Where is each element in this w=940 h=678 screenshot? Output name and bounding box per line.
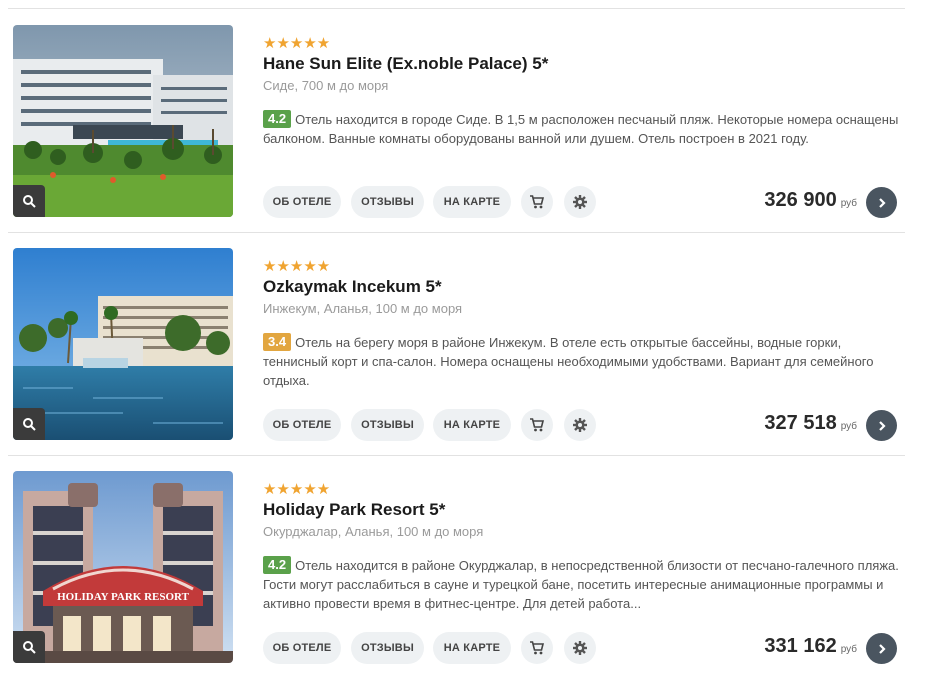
go-button[interactable]: [866, 633, 897, 664]
price-currency: руб: [840, 198, 857, 209]
price-currency: руб: [840, 644, 857, 655]
search-icon: [23, 195, 36, 208]
cart-button[interactable]: [521, 186, 553, 218]
star-rating: ★★★★★: [263, 481, 331, 498]
reviews-button[interactable]: ОТЗЫВЫ: [351, 186, 424, 218]
hotel-list: ★★★★★ Hane Sun Elite (Ex.noble Palace) 5…: [0, 0, 940, 678]
divider: [8, 455, 905, 456]
description-text: Отель на берегу моря в районе Инжекум. В…: [263, 335, 874, 388]
hotel-card: ★★★★★ Ozkaymak Incekum 5* Инжекум, Алань…: [0, 248, 940, 448]
stars-text: ★★★★★: [263, 258, 331, 275]
cart-button[interactable]: [521, 409, 553, 441]
description-text: Отель находится в районе Окурджалар, в н…: [263, 558, 899, 611]
about-hotel-button[interactable]: ОБ ОТЕЛЕ: [263, 632, 341, 664]
cart-icon: [530, 195, 545, 209]
price-amount: 327 518: [764, 412, 837, 434]
divider: [8, 8, 905, 9]
gear-icon: [573, 641, 587, 655]
about-hotel-button[interactable]: ОБ ОТЕЛЕ: [263, 186, 341, 218]
stars-text: ★★★★★: [263, 35, 331, 52]
zoom-button[interactable]: [13, 408, 45, 440]
zoom-button[interactable]: [13, 185, 45, 217]
price: 331 162 руб: [764, 635, 857, 658]
chevron-right-icon: [878, 197, 886, 208]
hotel-name[interactable]: Hane Sun Elite (Ex.noble Palace) 5*: [263, 54, 548, 74]
rating-badge: 4.2: [263, 556, 292, 574]
hotel-location: Инжекум, Аланья, 100 м до моря: [263, 301, 463, 316]
hotel-location: Окурджалар, Аланья, 100 м до моря: [263, 524, 484, 539]
price-currency: руб: [840, 421, 857, 432]
divider: [8, 232, 905, 233]
chevron-right-icon: [878, 643, 886, 654]
chevron-right-icon: [878, 420, 886, 431]
hotel-card: HOLIDAY PARK RESORT ★★★★★ Holiday Park R…: [0, 471, 940, 671]
gear-icon: [573, 418, 587, 432]
search-icon: [23, 641, 36, 654]
settings-button[interactable]: [564, 409, 596, 441]
sign-text: HOLIDAY PARK RESORT: [57, 591, 190, 603]
gear-icon: [573, 195, 587, 209]
hotel-description: 3.4 Отель на берегу моря в районе Инжекум…: [263, 333, 903, 390]
hotel-photo[interactable]: [13, 248, 233, 440]
cart-icon: [530, 418, 545, 432]
hotel-photo[interactable]: [13, 25, 233, 217]
map-button[interactable]: НА КАРТЕ: [433, 632, 511, 664]
go-button[interactable]: [866, 187, 897, 218]
rating-badge: 3.4: [263, 333, 292, 351]
stars-text: ★★★★★: [263, 481, 331, 498]
hotel-name[interactable]: Ozkaymak Incekum 5*: [263, 277, 442, 297]
price-amount: 326 900: [764, 189, 837, 211]
price-amount: 331 162: [764, 635, 837, 657]
hotel-description: 4.2 Отель находится в районе Окурджалар, …: [263, 556, 903, 613]
settings-button[interactable]: [564, 186, 596, 218]
reviews-button[interactable]: ОТЗЫВЫ: [351, 409, 424, 441]
rating-badge: 4.2: [263, 110, 292, 128]
zoom-button[interactable]: [13, 631, 45, 663]
about-hotel-button[interactable]: ОБ ОТЕЛЕ: [263, 409, 341, 441]
price: 326 900 руб: [764, 189, 857, 212]
settings-button[interactable]: [564, 632, 596, 664]
hotel-photo[interactable]: HOLIDAY PARK RESORT: [13, 471, 233, 663]
star-rating: ★★★★★: [263, 258, 331, 275]
cart-icon: [530, 641, 545, 655]
hotel-card: ★★★★★ Hane Sun Elite (Ex.noble Palace) 5…: [0, 25, 940, 225]
hotel-description: 4.2 Отель находится в городе Сиде. В 1,5 …: [263, 110, 903, 148]
go-button[interactable]: [866, 410, 897, 441]
search-icon: [23, 418, 36, 431]
hotel-location: Сиде, 700 м до моря: [263, 78, 389, 93]
map-button[interactable]: НА КАРТЕ: [433, 186, 511, 218]
hotel-name[interactable]: Holiday Park Resort 5*: [263, 500, 445, 520]
map-button[interactable]: НА КАРТЕ: [433, 409, 511, 441]
description-text: Отель находится в городе Сиде. В 1,5 м р…: [263, 112, 899, 146]
star-rating: ★★★★★: [263, 35, 331, 52]
cart-button[interactable]: [521, 632, 553, 664]
reviews-button[interactable]: ОТЗЫВЫ: [351, 632, 424, 664]
price: 327 518 руб: [764, 412, 857, 435]
